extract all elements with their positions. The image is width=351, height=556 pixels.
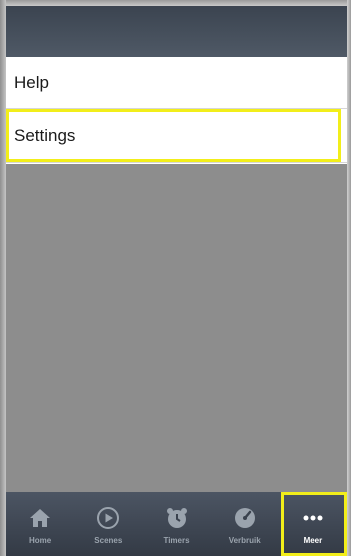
tab-label: Timers — [163, 536, 190, 545]
play-icon — [96, 506, 120, 530]
empty-content-area — [6, 164, 347, 492]
menu-item-settings[interactable]: Settings — [6, 109, 347, 163]
home-icon — [28, 506, 52, 530]
window-border — [347, 0, 351, 556]
window-border — [0, 0, 351, 6]
window-border — [0, 0, 6, 556]
app-window: Help Settings Home Scenes Timers Verbrui… — [0, 0, 351, 556]
tab-label: Verbruik — [228, 536, 261, 545]
more-menu: Help Settings — [6, 57, 347, 163]
selection-highlight — [280, 492, 348, 556]
gauge-icon — [233, 506, 257, 530]
alarm-clock-icon — [165, 506, 189, 530]
menu-item-label: Help — [14, 72, 49, 92]
tab-verbruik[interactable]: Verbruik — [211, 492, 279, 556]
bottom-tab-bar: Home Scenes Timers Verbruik Meer — [6, 492, 348, 556]
tab-scenes[interactable]: Scenes — [74, 492, 142, 556]
tab-timers[interactable]: Timers — [142, 492, 210, 556]
tab-label: Home — [28, 536, 52, 545]
selection-highlight — [6, 109, 341, 162]
tab-meer[interactable]: Meer — [279, 492, 348, 556]
tab-label: Scenes — [94, 536, 123, 545]
tab-home[interactable]: Home — [6, 492, 74, 556]
menu-item-help[interactable]: Help — [6, 57, 347, 109]
title-bar — [6, 6, 347, 57]
